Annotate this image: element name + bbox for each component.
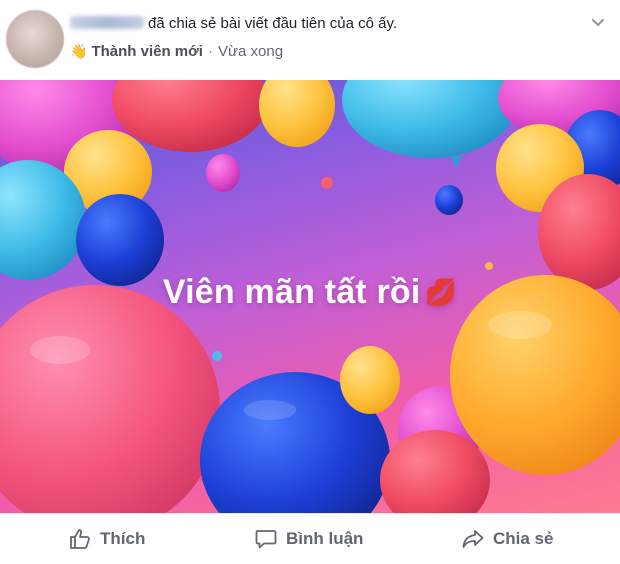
comment-button[interactable]: Bình luận — [254, 514, 363, 564]
post-headline: đã chia sẻ bài viết đầu tiên của cô ấy. — [70, 15, 397, 32]
meta-separator: · — [207, 43, 213, 60]
thumbs-up-icon — [70, 529, 90, 549]
shared-text: đã chia sẻ bài viết đầu tiên của cô ấy. — [148, 15, 398, 32]
share-icon — [462, 530, 484, 548]
facebook-post: đã chia sẻ bài viết đầu tiên của cô ấy. … — [0, 0, 620, 564]
post-action-bar: Thích Bình luận Chia sẻ — [0, 513, 620, 564]
comment-icon — [255, 530, 277, 549]
post-timestamp[interactable]: Vừa xong — [218, 43, 283, 60]
avatar[interactable] — [6, 10, 64, 68]
author-name-blurred[interactable] — [70, 16, 144, 29]
post-header: đã chia sẻ bài viết đầu tiên của cô ấy. … — [0, 0, 620, 80]
like-button[interactable]: Thích — [68, 514, 145, 564]
image-caption: Viên mãn tất rồi 💋 — [0, 273, 620, 312]
wave-hand-icon: 👋 — [70, 43, 88, 59]
post-meta: 👋 Thành viên mới · Vừa xong — [70, 43, 283, 60]
lips-icon: 💋 — [424, 277, 458, 307]
share-label: Chia sẻ — [493, 529, 554, 548]
chevron-down-icon[interactable] — [590, 14, 606, 30]
post-image[interactable]: Viên mãn tất rồi 💋 — [0, 80, 620, 513]
share-button[interactable]: Chia sẻ — [461, 514, 553, 564]
new-member-badge[interactable]: Thành viên mới — [91, 43, 203, 60]
like-label: Thích — [100, 529, 146, 548]
caption-text: Viên mãn tất rồi — [162, 273, 421, 311]
comment-label: Bình luận — [286, 529, 364, 548]
